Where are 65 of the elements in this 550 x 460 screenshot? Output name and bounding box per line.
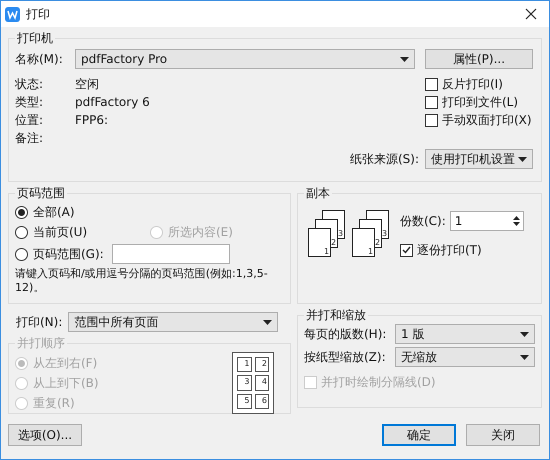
checkbox-label: 手动双面打印(X) xyxy=(442,112,532,129)
radio-label: 页码范围(G): xyxy=(33,246,104,263)
name-label: 名称(M): xyxy=(15,51,64,68)
page-number: 5 xyxy=(237,394,252,409)
info-label: 位置: xyxy=(15,112,44,129)
print-what-label: 打印(N): xyxy=(16,314,62,331)
radio-label: 当前页(U) xyxy=(33,224,88,241)
dropdown-caret-icon xyxy=(518,156,527,162)
radio-button[interactable] xyxy=(15,206,28,218)
radio-label: 所选内容(E) xyxy=(168,224,233,241)
dropdown[interactable]: 无缩放 xyxy=(395,347,535,367)
properties-button[interactable]: 属性(P)... xyxy=(425,49,533,69)
dropdown-caret-icon xyxy=(400,56,409,62)
radio-button[interactable] xyxy=(15,226,28,238)
checkbox[interactable] xyxy=(425,114,438,126)
checkbox-label: 反片打印(I) xyxy=(442,76,503,93)
info-label: 类型: xyxy=(15,94,44,111)
group-title: 并打和缩放 xyxy=(305,307,367,324)
info-value: FPP6: xyxy=(75,112,108,129)
radio-label: 全部(A) xyxy=(33,204,75,221)
options-button[interactable]: 选项(O)... xyxy=(8,424,82,446)
radio-label: 从左到右(F) xyxy=(33,355,98,372)
page-range-hint: 请键入页码和/或用逗号分隔的页码范围(例如:1,3,5-12)。 xyxy=(15,267,269,295)
group-title: 页码范围 xyxy=(16,185,66,202)
page-range-field[interactable] xyxy=(112,244,230,264)
radio-label: 重复(R) xyxy=(33,395,75,412)
page-number: 2 xyxy=(254,357,269,372)
group-title: 打印机 xyxy=(16,30,54,47)
checkbox[interactable] xyxy=(425,78,438,90)
group-title: 并打顺序 xyxy=(16,335,66,352)
info-value: 空闲 xyxy=(75,76,99,93)
spinner-arrows-icon xyxy=(512,214,521,228)
checkbox[interactable] xyxy=(400,244,413,256)
paper-source-label: 纸张来源(S): xyxy=(350,151,419,168)
close-button[interactable]: 关闭 xyxy=(466,424,540,446)
close-icon[interactable] xyxy=(525,8,537,20)
checkbox-label: 打印到文件(L) xyxy=(442,94,518,111)
window-title: 打印 xyxy=(26,6,51,23)
checkmark-icon xyxy=(402,246,411,254)
copies-spinner[interactable]: 1 xyxy=(450,211,524,231)
info-value: pdfFactory 6 xyxy=(75,94,150,111)
copies-label: 份数(C): xyxy=(400,213,446,230)
checkbox[interactable] xyxy=(425,96,438,108)
checkbox-label: 并打时绘制分隔线(D) xyxy=(321,374,436,391)
dropdown[interactable]: 范围中所有页面 xyxy=(68,312,278,332)
dropdown[interactable]: 1 版 xyxy=(395,324,535,344)
radio-label: 从上到下(B) xyxy=(33,375,99,392)
page-number: 1 xyxy=(237,357,252,372)
info-label: 状态: xyxy=(15,76,44,93)
app-logo-icon xyxy=(5,6,20,22)
page-number: 6 xyxy=(254,394,269,409)
dropdown-caret-icon xyxy=(520,332,529,336)
group-title: 副本 xyxy=(305,185,331,202)
page-number: 3 xyxy=(237,375,252,391)
dropdown-caret-icon xyxy=(520,354,529,360)
radio-button[interactable] xyxy=(15,248,28,260)
pages-per-sheet-label: 每页的版数(H): xyxy=(304,326,386,343)
checkbox-label: 逐份打印(T) xyxy=(417,242,482,259)
ok-button[interactable]: 确定 xyxy=(382,424,456,446)
page-number: 4 xyxy=(254,375,269,391)
dropdown[interactable]: 使用打印机设置 xyxy=(425,149,533,169)
scale-label: 按纸型缩放(Z): xyxy=(304,349,386,366)
dropdown[interactable]: pdfFactory Pro xyxy=(75,49,415,69)
dropdown-caret-icon xyxy=(263,320,272,324)
info-label: 备注: xyxy=(15,130,44,147)
